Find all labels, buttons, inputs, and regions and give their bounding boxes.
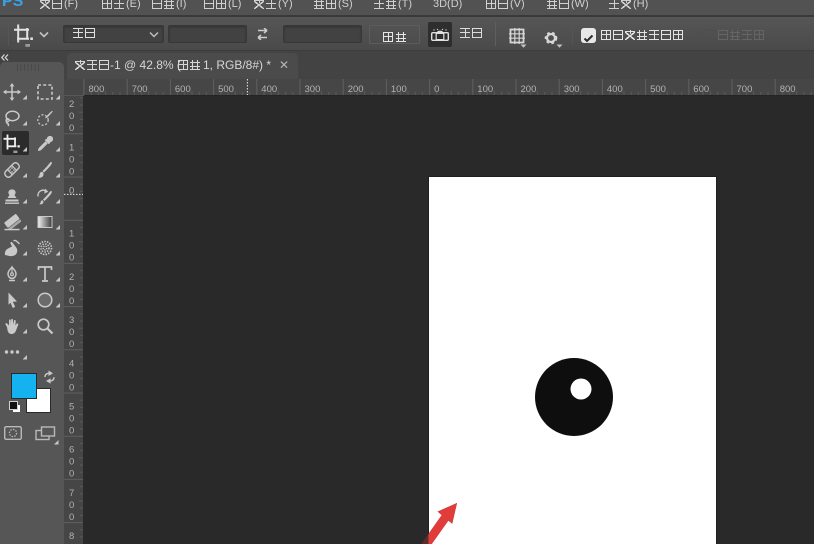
svg-text:0: 0 (69, 512, 74, 523)
svg-text:0: 0 (69, 382, 74, 393)
svg-text:6: 6 (69, 445, 74, 456)
svg-text:0: 0 (69, 284, 74, 295)
svg-text:2: 2 (69, 272, 74, 283)
svg-text:7: 7 (69, 488, 74, 499)
svg-text:0: 0 (69, 426, 74, 437)
svg-text:8: 8 (69, 531, 74, 542)
svg-text:4: 4 (69, 358, 74, 369)
svg-text:0: 0 (69, 123, 74, 134)
svg-text:2: 2 (69, 99, 74, 110)
svg-text:0: 0 (69, 111, 74, 122)
svg-text:0: 0 (69, 241, 74, 252)
svg-text:0: 0 (69, 339, 74, 350)
svg-text:3: 3 (69, 315, 74, 326)
svg-text:0: 0 (69, 327, 74, 338)
svg-text:0: 0 (69, 253, 74, 264)
svg-text:0: 0 (69, 296, 74, 307)
svg-text:0: 0 (69, 469, 74, 480)
svg-text:0: 0 (69, 500, 74, 511)
svg-text:0: 0 (69, 414, 74, 425)
svg-text:0: 0 (69, 457, 74, 468)
svg-text:5: 5 (69, 402, 74, 413)
svg-text:0: 0 (69, 370, 74, 381)
svg-text:0: 0 (69, 166, 74, 177)
svg-text:0: 0 (69, 154, 74, 165)
svg-text:1: 1 (69, 142, 74, 153)
svg-text:1: 1 (69, 229, 74, 240)
